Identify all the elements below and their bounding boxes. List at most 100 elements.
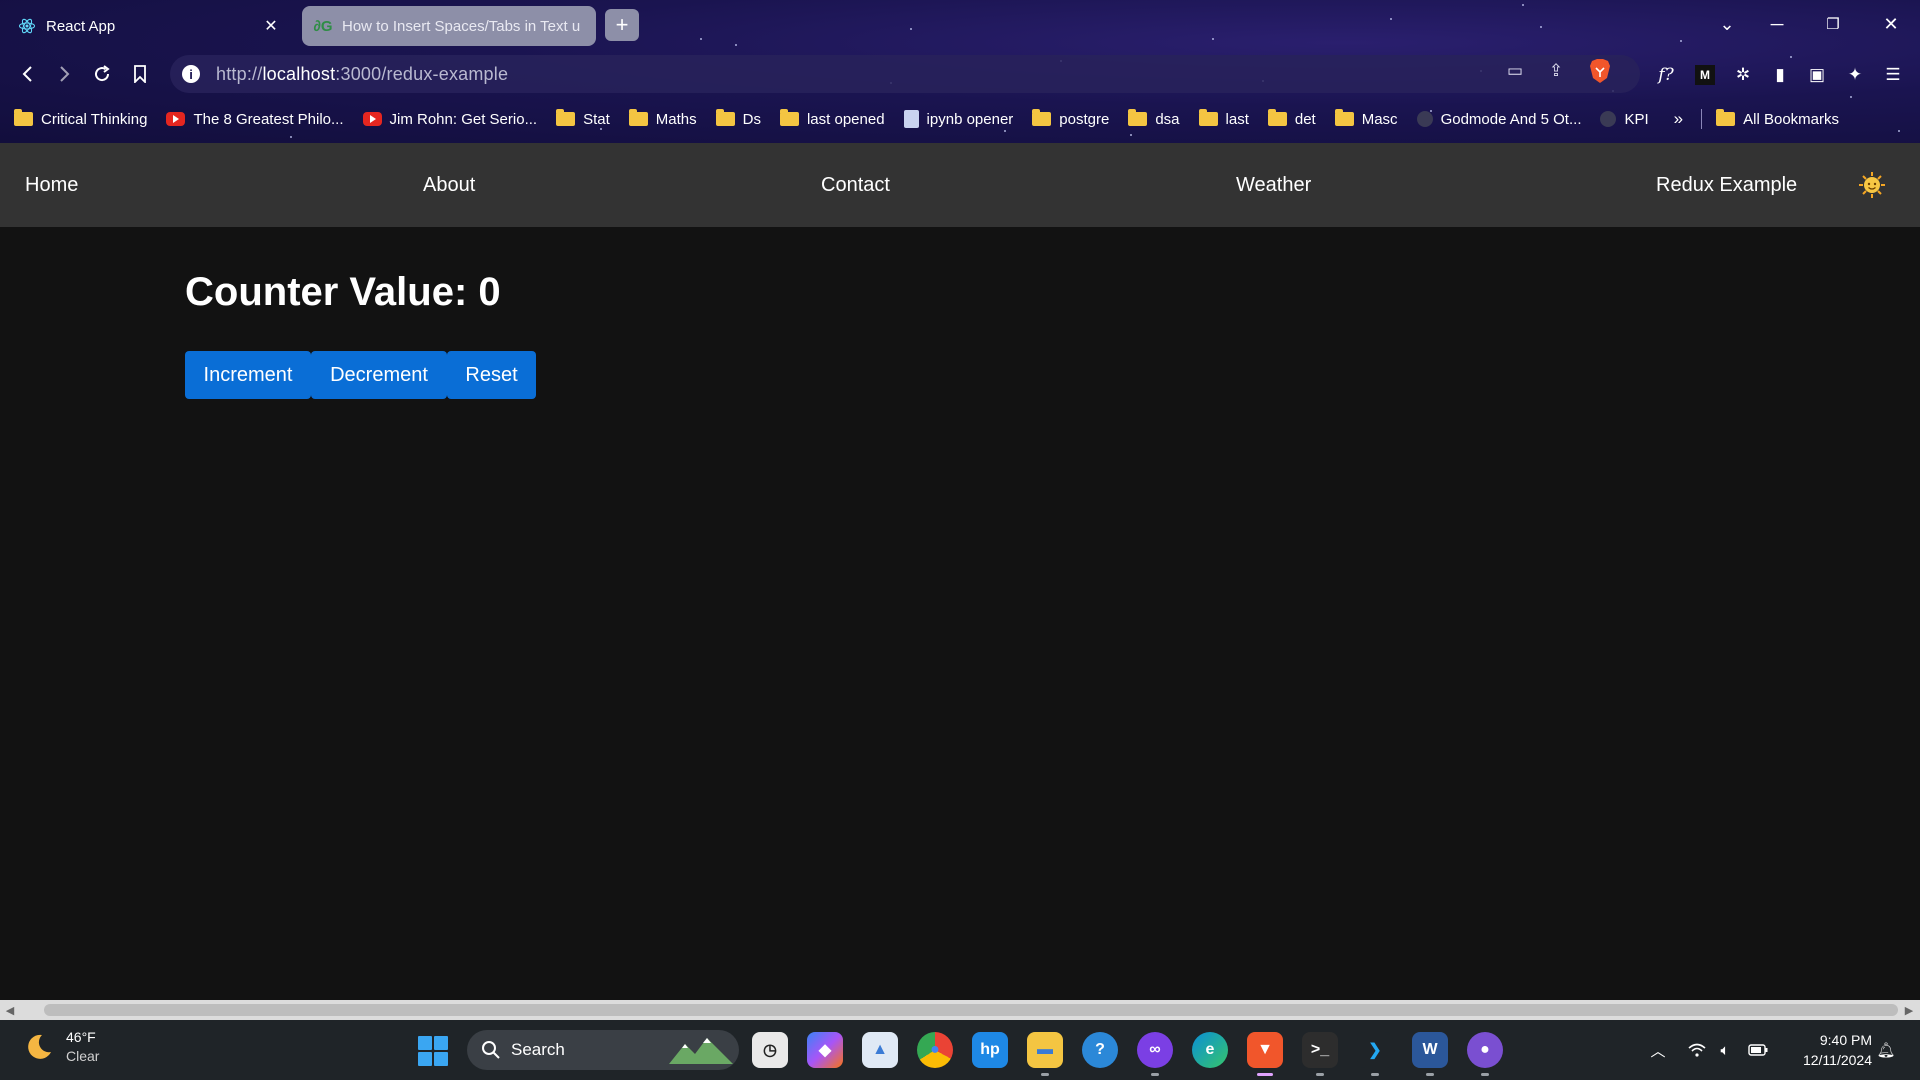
bookmark-label: Stat (583, 110, 610, 128)
bookmark-item[interactable]: Ds (715, 109, 761, 128)
bookmark-label: ipynb opener (926, 110, 1014, 128)
weather-widget[interactable]: 46°F Clear (24, 1028, 99, 1066)
star (1130, 134, 1132, 136)
browser-toolbar: i http://localhost:3000/redux-example ▭ … (0, 52, 1920, 96)
myhp-icon[interactable]: hp (972, 1032, 1008, 1068)
counter-section: Counter Value: 0 Increment Decrement Res… (185, 270, 536, 399)
wallet-icon[interactable]: ▣ (1802, 61, 1832, 89)
url-scheme: http:// (216, 63, 263, 84)
increment-button[interactable]: Increment (185, 351, 311, 399)
leo-ai-icon[interactable]: ✦ (1840, 61, 1870, 89)
volume-icon[interactable]: 🔈︎ (1715, 1040, 1735, 1060)
edge-icon[interactable]: e (1192, 1032, 1228, 1068)
wifi-icon[interactable] (1687, 1040, 1707, 1060)
weather-temperature: 46°F (66, 1029, 96, 1045)
bookmark-item[interactable]: last (1198, 109, 1249, 128)
tab-search-chevron-icon[interactable]: ⌄ (1702, 8, 1752, 40)
nav-link-about[interactable]: About (423, 143, 475, 227)
all-bookmarks-button[interactable]: All Bookmarks (1716, 109, 1839, 128)
file-explorer-icon[interactable]: ▬ (1027, 1032, 1063, 1068)
sun-icon[interactable] (1858, 171, 1886, 199)
horizontal-scrollbar[interactable]: ◀ ▶ (0, 1000, 1920, 1020)
bookmark-item[interactable]: det (1267, 109, 1316, 128)
menu-icon[interactable]: ☰ (1878, 61, 1908, 89)
minimize-button[interactable]: ─ (1752, 8, 1802, 40)
bookmark-item[interactable]: KPI (1600, 110, 1649, 128)
word-icon[interactable]: W (1412, 1032, 1448, 1068)
folder-icon (14, 109, 33, 126)
weather-condition: Clear (66, 1048, 100, 1064)
address-bar[interactable]: i http://localhost:3000/redux-example (170, 55, 1640, 93)
vscode-icon[interactable]: ❯ (1357, 1032, 1393, 1068)
counter-buttons: Increment Decrement Reset (185, 351, 536, 399)
github-icon[interactable]: ● (1467, 1032, 1503, 1068)
scroll-left-icon[interactable]: ◀ (3, 1003, 17, 1017)
url-text[interactable]: http://localhost:3000/redux-example (216, 64, 508, 85)
bookmark-item[interactable]: dsa (1128, 109, 1180, 128)
reload-icon[interactable] (86, 58, 118, 90)
bookmark-item[interactable]: last opened (779, 109, 885, 128)
extensions-puzzle-icon[interactable]: ✲ (1728, 61, 1758, 89)
bookmark-item[interactable]: The 8 Greatest Philo... (166, 111, 344, 128)
bookmark-item[interactable]: ipynb opener (903, 110, 1014, 128)
close-window-button[interactable]: ✕ (1866, 8, 1916, 40)
tab-react-app[interactable]: React App ✕ (6, 6, 294, 46)
taskbar-search[interactable]: Search (467, 1030, 739, 1070)
nav-link-redux-example[interactable]: Redux Example (1656, 143, 1797, 227)
bookmark-item[interactable]: Godmode And 5 Ot... (1416, 110, 1582, 128)
react-icon (18, 17, 36, 35)
app-navbar: Home About Contact Weather Redux Example (0, 143, 1920, 227)
bookmark-label: Jim Rohn: Get Serio... (389, 110, 538, 128)
restore-button[interactable]: ❐ (1808, 8, 1858, 40)
bookmark-item[interactable]: Jim Rohn: Get Serio... (362, 110, 538, 128)
bookmark-item[interactable]: Critical Thinking (14, 109, 147, 128)
brave-shields-icon[interactable] (1588, 58, 1612, 84)
new-tab-button[interactable]: + (605, 9, 639, 41)
reset-button[interactable]: Reset (447, 351, 536, 399)
show-hidden-icons-icon[interactable]: ︿ (1648, 1040, 1668, 1060)
bookmark-icon[interactable] (124, 58, 156, 90)
decrement-button[interactable]: Decrement (311, 351, 447, 399)
game-icon[interactable]: ∞ (1137, 1032, 1173, 1068)
install-app-icon[interactable]: ▭ (1500, 58, 1530, 84)
more-bookmarks-chevron-icon[interactable]: » (1674, 109, 1683, 129)
site-info-icon[interactable]: i (182, 65, 200, 83)
brave-icon[interactable]: ▼ (1247, 1032, 1283, 1068)
feedback-icon[interactable]: ? (1082, 1032, 1118, 1068)
scroll-right-icon[interactable]: ▶ (1902, 1003, 1916, 1017)
clock-app-icon[interactable]: ◷ (752, 1032, 788, 1068)
star (1850, 96, 1852, 98)
copilot-icon[interactable]: ◆ (807, 1032, 843, 1068)
chrome-icon[interactable]: ● (917, 1032, 953, 1068)
bookmark-item[interactable]: Masc (1334, 109, 1398, 128)
bookmark-item[interactable]: Maths (628, 109, 697, 128)
sidebar-icon[interactable]: ▮ (1765, 61, 1795, 89)
bookmarks-bar: Critical Thinking The 8 Greatest Philo...… (0, 104, 1920, 134)
windows-start-icon[interactable] (418, 1036, 448, 1066)
share-icon[interactable]: ⇪ (1541, 58, 1571, 84)
terminal-icon[interactable]: >_ (1302, 1032, 1338, 1068)
folder-icon (1267, 109, 1287, 126)
scrollbar-thumb[interactable] (44, 1004, 1898, 1016)
formula-extension-icon[interactable]: f? (1651, 61, 1681, 89)
nav-link-weather[interactable]: Weather (1236, 143, 1311, 227)
battery-icon[interactable] (1748, 1040, 1768, 1060)
bookmark-label: Masc (1361, 110, 1398, 128)
back-icon[interactable] (12, 58, 44, 90)
bookmark-item[interactable]: Stat (556, 109, 610, 128)
bookmark-label: Godmode And 5 Ot... (1440, 110, 1582, 128)
bookmark-label: KPI (1624, 110, 1649, 128)
forward-icon[interactable] (48, 58, 80, 90)
nav-link-home[interactable]: Home (25, 143, 78, 227)
photos-icon[interactable]: ▲ (862, 1032, 898, 1068)
tab-gfg[interactable]: ∂G How to Insert Spaces/Tabs in Text u (302, 6, 596, 46)
bookmark-item[interactable]: postgre (1032, 109, 1109, 128)
nav-link-contact[interactable]: Contact (821, 143, 890, 227)
url-host: localhost (262, 63, 336, 84)
tab-title: React App (46, 17, 116, 35)
folder-icon (715, 109, 735, 126)
system-clock[interactable]: 9:40 PM 12/11/2024 (1782, 1030, 1872, 1070)
notification-bell-icon[interactable]: 🔔︎ (1876, 1040, 1896, 1060)
medium-extension-icon[interactable]: M (1690, 61, 1720, 89)
close-icon[interactable]: ✕ (260, 16, 282, 36)
